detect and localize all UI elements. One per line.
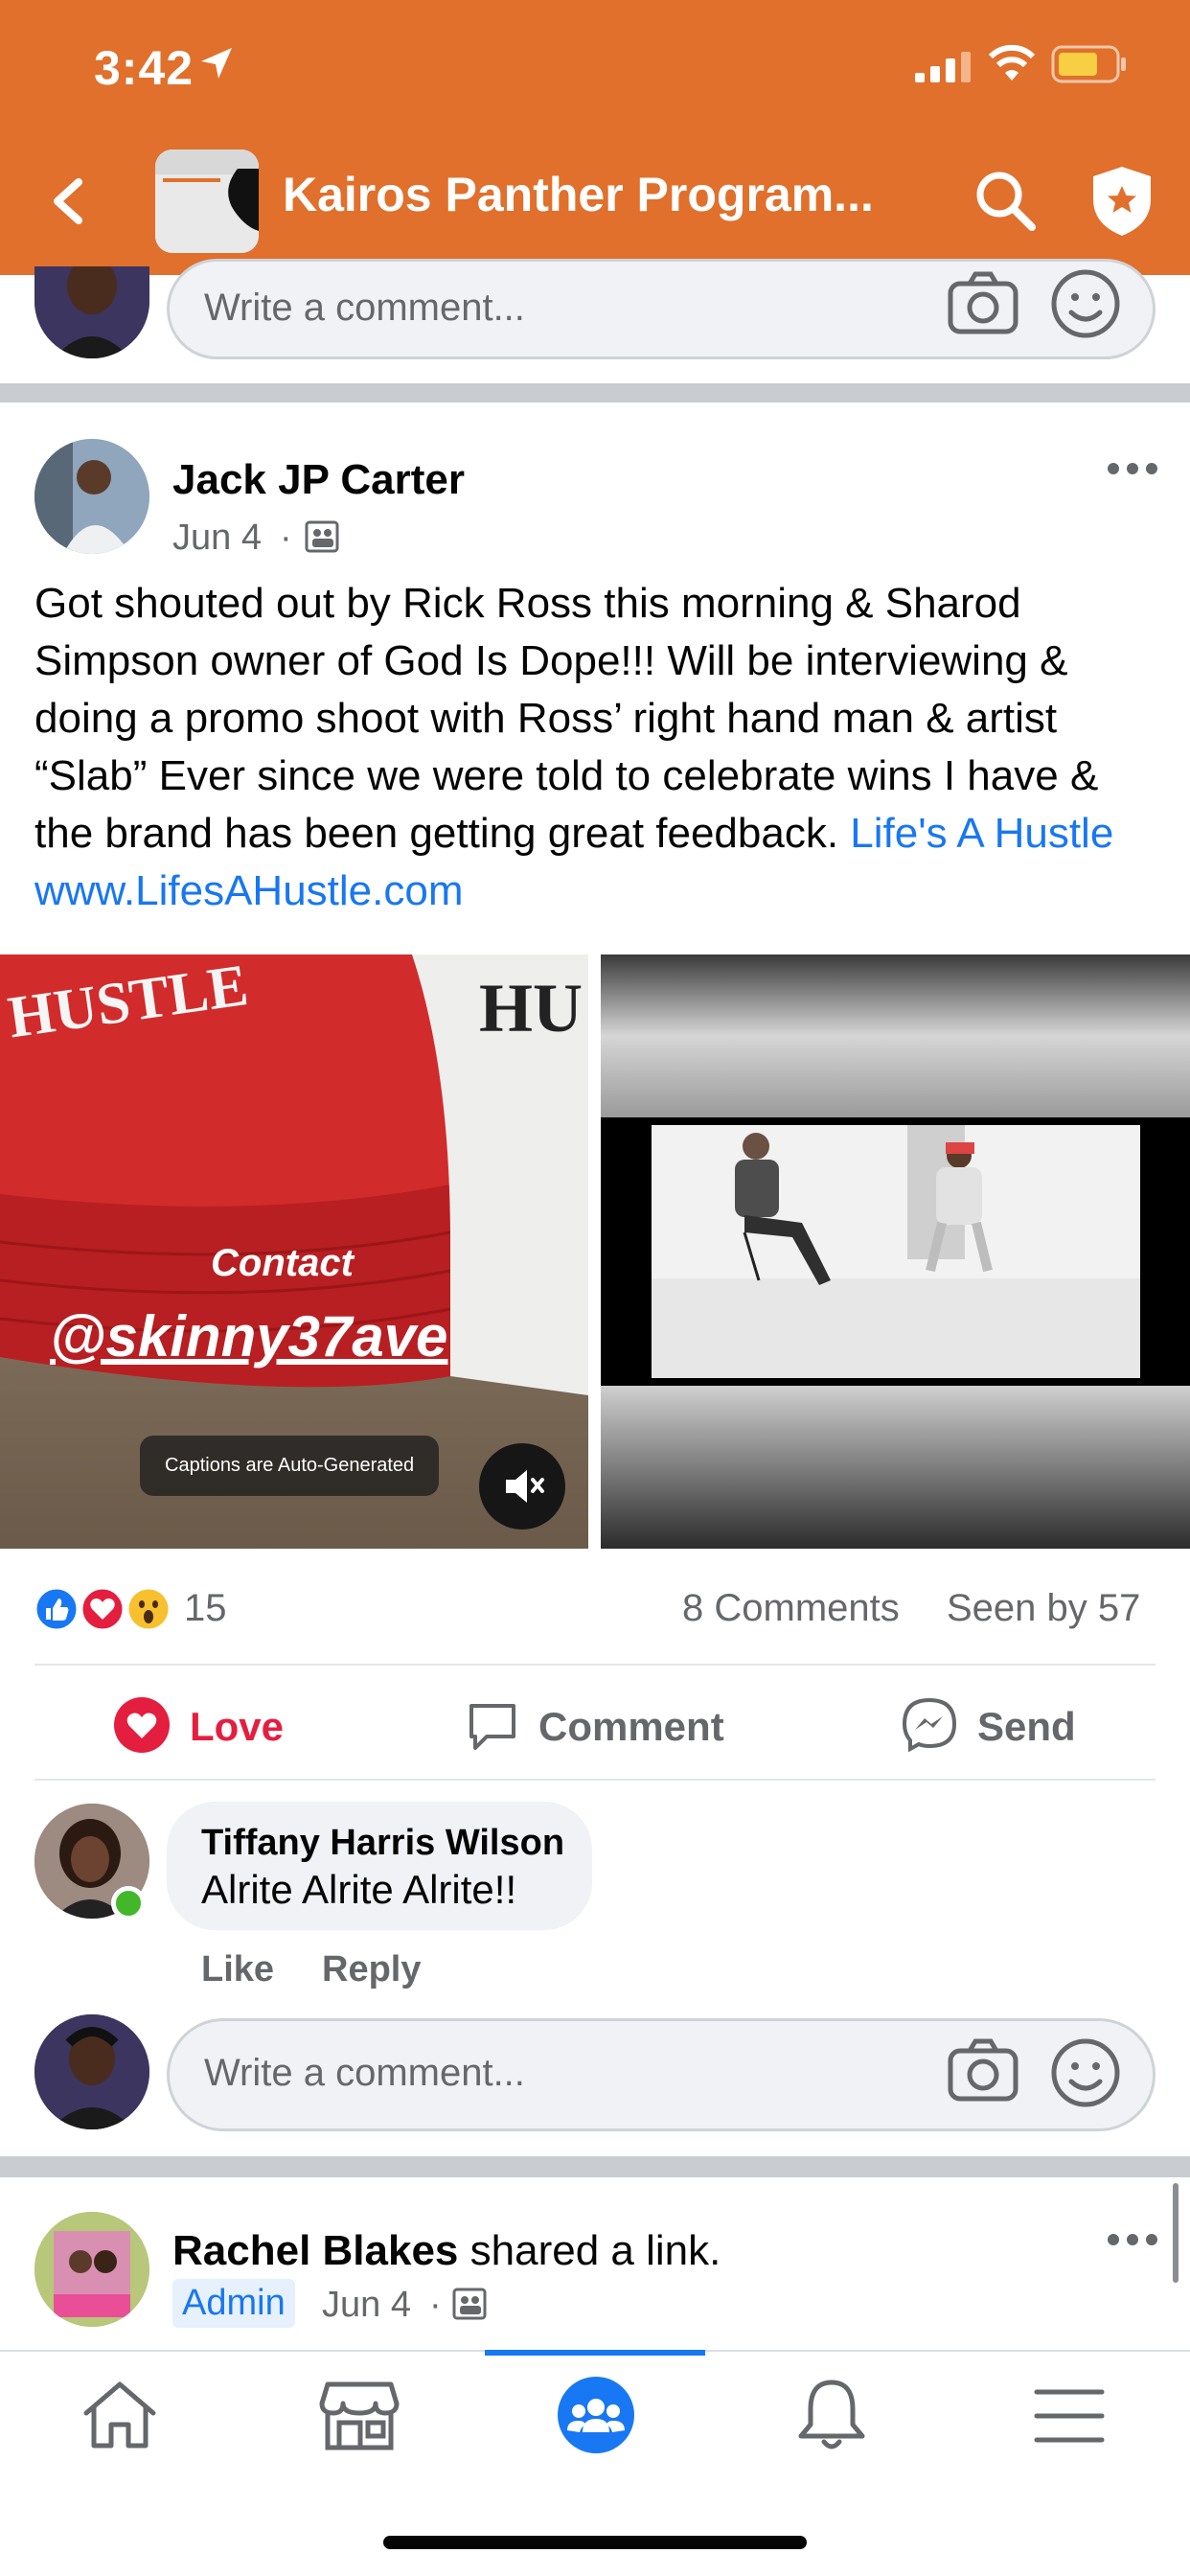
comment-bubble[interactable]: Tiffany Harris Wilson Alrite Alrite Alri… (167, 1802, 592, 1930)
post-video-right[interactable] (601, 954, 1190, 1549)
love-filled-icon (114, 1697, 170, 1753)
comment-like-link[interactable]: Like (201, 1949, 274, 1990)
post-comment-placeholder: Write a comment... (204, 2052, 525, 2094)
tab-menu[interactable] (1031, 2382, 1108, 2450)
next-post-author-name[interactable]: Rachel Blakes (172, 2227, 458, 2274)
tab-marketplace[interactable] (316, 2377, 402, 2453)
home-indicator[interactable] (383, 2536, 807, 2549)
group-title[interactable]: Kairos Panther Program... (283, 167, 877, 222)
next-post-header-line: Rachel Blakes shared a link. (172, 2227, 721, 2275)
admin-shield-icon[interactable] (1087, 163, 1156, 240)
post-date[interactable]: Jun 4 (172, 518, 262, 559)
search-icon[interactable] (973, 168, 1040, 235)
marketplace-icon (319, 2381, 400, 2450)
svg-text:HU: HU (479, 970, 583, 1046)
status-time: 3:42 (94, 41, 195, 95)
more-options-icon[interactable] (1104, 456, 1161, 481)
active-tab-indicator (485, 2350, 705, 2356)
post-body: Got shouted out by Rick Ross this mornin… (34, 575, 1146, 920)
like-reaction-icon[interactable] (33, 1585, 80, 1633)
mute-button[interactable] (479, 1443, 565, 1530)
love-label: Love (190, 1704, 285, 1749)
cellular-signal-icon (915, 52, 971, 82)
commenter-name[interactable]: Tiffany Harris Wilson (201, 1823, 564, 1864)
emoji-icon[interactable] (1050, 2037, 1121, 2108)
stats-divider (34, 1664, 1156, 1666)
comment-text: Alrite Alrite Alrite!! (201, 1867, 517, 1912)
post-video-left[interactable]: HUSTLE HU Contact @skinny37ave Captions … (0, 954, 588, 1549)
camera-icon[interactable] (947, 270, 1019, 337)
current-user-avatar[interactable] (34, 266, 149, 358)
comment-reply-link[interactable]: Reply (322, 1949, 421, 1990)
post-hashtag-link[interactable]: Life's A Hustle (850, 810, 1113, 857)
next-post-date[interactable]: Jun 4 (322, 2285, 411, 2326)
post-author-avatar[interactable] (34, 439, 149, 554)
comments-count[interactable]: 8 Comments (682, 1587, 900, 1630)
admin-badge: Admin (172, 2279, 295, 2328)
wow-reaction-icon[interactable] (125, 1585, 172, 1633)
post-author-name[interactable]: Jack JP Carter (172, 456, 465, 504)
back-chevron-icon[interactable] (38, 163, 96, 240)
video-overlay-handle: @skinny37ave (50, 1304, 448, 1368)
more-options-icon[interactable] (1104, 2227, 1161, 2252)
tab-home[interactable] (77, 2377, 163, 2453)
meta-separator-2: · (429, 2285, 442, 2325)
next-post-action: shared a link. (469, 2227, 721, 2274)
captions-badge: Captions are Auto-Generated (140, 1436, 440, 1496)
group-audience-icon (305, 520, 339, 553)
emoji-icon[interactable] (1050, 268, 1121, 339)
comment-bubble-icon (469, 1704, 515, 1750)
group-cover-thumbnail[interactable] (155, 150, 259, 253)
location-arrow-icon (201, 48, 232, 79)
love-reaction-icon[interactable] (79, 1585, 126, 1633)
camera-icon[interactable] (947, 2037, 1019, 2104)
video-overlay-contact: Contact (211, 1242, 354, 1284)
post-url-link[interactable]: www.LifesAHustle.com (34, 867, 463, 914)
scrollbar[interactable] (1173, 2183, 1179, 2283)
muted-speaker-icon (506, 1470, 544, 1503)
seen-by-count[interactable]: Seen by 57 (947, 1587, 1140, 1630)
battery-icon (1051, 45, 1126, 83)
reaction-count[interactable]: 15 (184, 1587, 227, 1630)
comment-placeholder: Write a comment... (204, 287, 525, 329)
send-label: Send (977, 1704, 1076, 1749)
online-status-dot (111, 1886, 146, 1920)
tab-notifications[interactable] (793, 2375, 870, 2455)
love-button[interactable]: Love (113, 1696, 305, 1754)
actions-divider (34, 1779, 1156, 1781)
current-user-avatar-2[interactable] (34, 2014, 149, 2129)
tab-groups[interactable] (556, 2375, 636, 2455)
comment-label: Comment (538, 1704, 724, 1749)
feed-divider (0, 383, 1190, 402)
next-post-author-avatar[interactable] (34, 2212, 149, 2327)
notifications-icon (798, 2380, 865, 2450)
messenger-icon (902, 1697, 957, 1753)
group-audience-icon (452, 2288, 487, 2320)
comment-button[interactable]: Comment (466, 1696, 734, 1754)
meta-separator: · (280, 518, 292, 558)
send-button[interactable]: Send (901, 1696, 1092, 1754)
groups-icon (558, 2377, 634, 2453)
menu-icon (1034, 2389, 1105, 2443)
wifi-icon (988, 44, 1036, 80)
feed-divider-2 (0, 2156, 1190, 2177)
home-icon (83, 2381, 156, 2449)
